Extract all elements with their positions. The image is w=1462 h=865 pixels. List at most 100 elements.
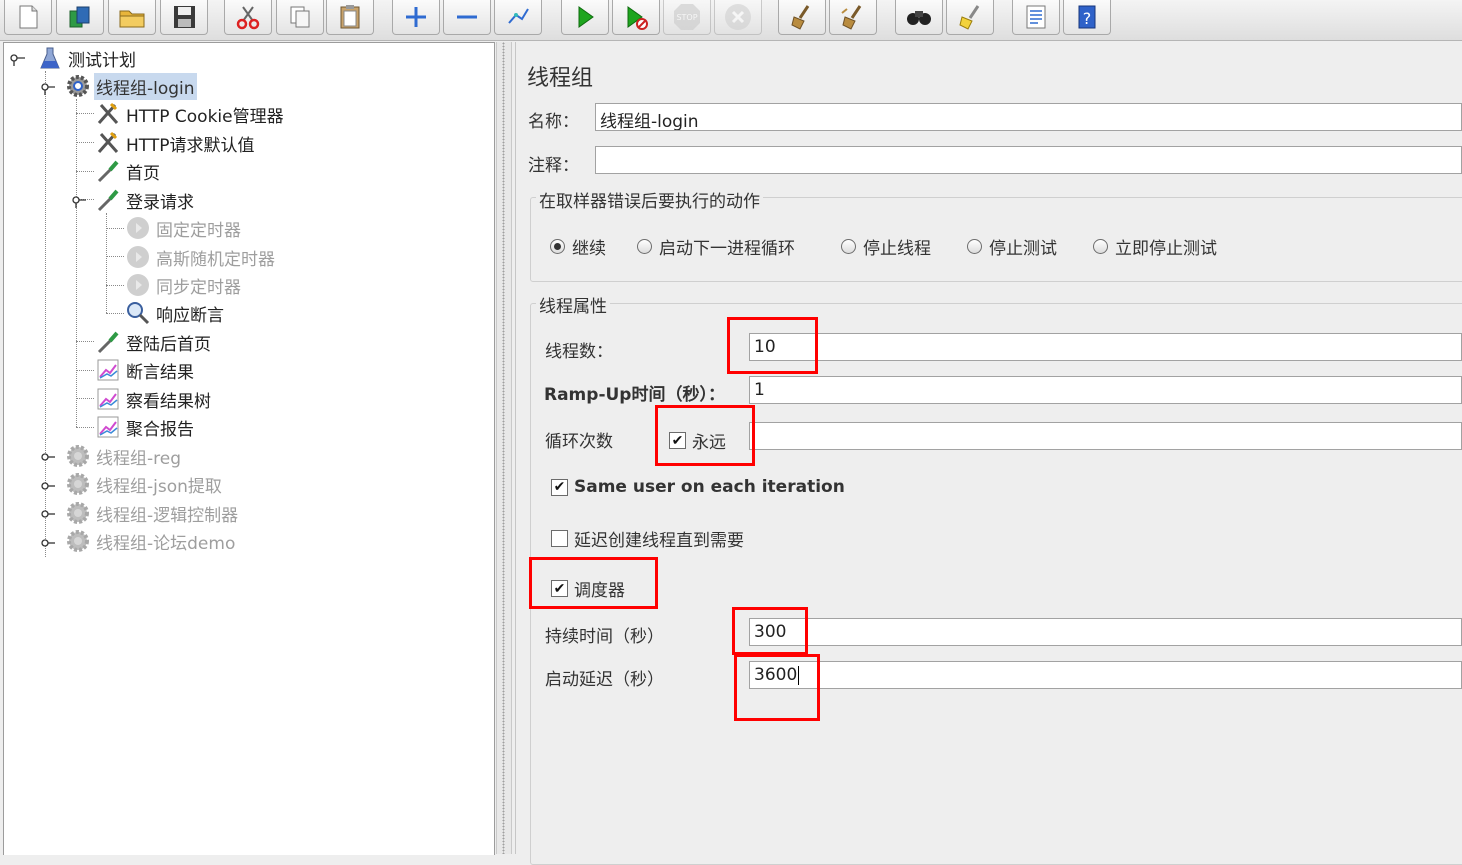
rampup-input[interactable]: 1 [749, 376, 1462, 404]
radio-start-next-loop[interactable]: 启动下一进程循环 [637, 234, 795, 259]
radio-dot[interactable] [1093, 239, 1108, 254]
threads-input[interactable]: 10 [749, 333, 1462, 361]
radio-continue[interactable]: 继续 [550, 234, 606, 259]
startup-delay-input[interactable]: 3600 [749, 661, 1462, 689]
collapse-icon[interactable] [443, 0, 491, 35]
tree-node-sync-timer[interactable]: 同步定时器 [124, 271, 243, 299]
tree-node-home-page[interactable]: 首页 [94, 157, 162, 185]
tree-node-assertion-results[interactable]: 断言结果 [94, 356, 196, 384]
assertion-icon [124, 300, 152, 326]
timer-icon [124, 272, 152, 298]
start-no-pauses-icon[interactable] [612, 0, 660, 35]
tree-node-thread-group-reg[interactable]: 线程组-reg [64, 442, 183, 470]
sampler-icon [94, 329, 122, 355]
radio-dot[interactable] [637, 239, 652, 254]
toggle-icon[interactable] [494, 0, 542, 35]
highlight-scheduler [529, 557, 658, 609]
clear-icon[interactable] [778, 0, 826, 35]
tree-node-aggregate-report[interactable]: 聚合报告 [94, 413, 196, 441]
tree-node-thread-group-json[interactable]: 线程组-json提取 [64, 470, 224, 498]
start-icon[interactable] [561, 0, 609, 35]
function-helper-icon[interactable] [1012, 0, 1060, 35]
loop-count-input[interactable] [749, 422, 1462, 450]
thread-group-icon [64, 471, 92, 497]
rampup-label: Ramp-Up时间（秒）： [544, 385, 725, 405]
highlight-threads [727, 317, 818, 374]
expand-handle-icon[interactable] [39, 506, 55, 520]
radio-dot[interactable] [841, 239, 856, 254]
name-label: 名称： [528, 112, 579, 132]
tree-node-thread-group-logic[interactable]: 线程组-逻辑控制器 [64, 499, 240, 527]
thread-group-icon [64, 528, 92, 554]
expand-handle-icon[interactable] [39, 478, 55, 492]
tree-node-response-assertion[interactable]: 响应断言 [124, 299, 226, 327]
templates-icon[interactable] [56, 0, 104, 35]
test-plan-tree: 测试计划 线程组-login HTTP Cookie管理器 HTTP请求默认值 … [3, 42, 495, 855]
collapse-handle-icon[interactable] [70, 193, 86, 208]
comment-input[interactable] [595, 146, 1462, 174]
tree-node-constant-timer[interactable]: 固定定时器 [124, 214, 243, 242]
config-element-icon [94, 130, 122, 156]
delay-thread-creation-checkbox[interactable]: 延迟创建线程直到需要 [551, 526, 744, 551]
checkbox-box[interactable] [551, 530, 568, 547]
tree-node-http-defaults[interactable]: HTTP请求默认值 [94, 129, 257, 157]
comment-label: 注释： [528, 156, 579, 176]
paste-icon[interactable] [326, 0, 374, 35]
radio-stop-test[interactable]: 停止测试 [967, 234, 1057, 259]
listener-icon [94, 357, 122, 383]
tree-node-test-plan[interactable]: 测试计划 [36, 44, 138, 72]
collapse-handle-icon[interactable] [39, 80, 55, 95]
radio-dot[interactable] [550, 239, 565, 254]
collapse-handle-icon[interactable] [10, 51, 26, 66]
open-folder-icon[interactable] [108, 0, 156, 35]
tree-node-login-request[interactable]: 登录请求 [94, 186, 196, 214]
tree-node-after-login-home[interactable]: 登陆后首页 [94, 328, 213, 356]
duration-label: 持续时间（秒） [545, 627, 664, 647]
shutdown-icon[interactable] [714, 0, 762, 35]
radio-stop-thread[interactable]: 停止线程 [841, 234, 931, 259]
save-icon[interactable] [160, 0, 208, 35]
highlight-forever [655, 405, 755, 466]
copy-icon[interactable] [276, 0, 324, 35]
reset-search-icon[interactable] [946, 0, 994, 35]
sampler-icon [94, 158, 122, 184]
radio-stop-test-now[interactable]: 立即停止测试 [1093, 234, 1217, 259]
expand-icon[interactable] [392, 0, 440, 35]
checkbox-box[interactable]: ✔ [551, 478, 568, 496]
expand-handle-icon[interactable] [39, 535, 55, 549]
tree-node-view-results-tree[interactable]: 察看结果树 [94, 385, 213, 413]
cut-icon[interactable] [224, 0, 272, 35]
panel-splitter[interactable] [496, 42, 512, 854]
config-element-icon [94, 101, 122, 127]
error-action-title: 在取样器错误后要执行的动作 [536, 187, 763, 212]
thread-group-icon [64, 500, 92, 526]
clear-all-icon[interactable] [829, 0, 877, 35]
radio-dot[interactable] [967, 239, 982, 254]
same-user-checkbox[interactable]: ✔ Same user on each iteration [551, 477, 845, 497]
sampler-icon [94, 187, 122, 213]
tree-node-thread-group-login[interactable]: 线程组-login [64, 72, 197, 100]
thread-properties-title: 线程属性 [536, 292, 610, 317]
listener-icon [94, 414, 122, 440]
timer-icon [124, 244, 152, 270]
highlight-startup-delay [734, 654, 820, 721]
tree-node-thread-group-forum[interactable]: 线程组-论坛demo [64, 527, 237, 555]
tree-node-cookie-manager[interactable]: HTTP Cookie管理器 [94, 100, 286, 128]
name-input[interactable]: 线程组-login [595, 103, 1462, 131]
timer-icon [124, 215, 152, 241]
listener-icon [94, 386, 122, 412]
stop-icon[interactable]: STOP [663, 0, 711, 35]
duration-input[interactable]: 300 [749, 618, 1462, 646]
new-file-icon[interactable] [4, 0, 52, 35]
search-icon[interactable] [895, 0, 943, 35]
threads-label: 线程数： [545, 342, 613, 362]
expand-handle-icon[interactable] [39, 449, 55, 463]
page-title: 线程组 [527, 66, 594, 91]
help-icon[interactable]: ? [1063, 0, 1111, 35]
thread-group-icon [64, 443, 92, 469]
tree-node-gaussian-timer[interactable]: 高斯随机定时器 [124, 243, 277, 271]
highlight-duration [732, 607, 808, 655]
svg-text:?: ? [1083, 9, 1092, 28]
startup-delay-label: 启动延迟（秒） [545, 670, 664, 690]
thread-group-icon [64, 73, 92, 99]
